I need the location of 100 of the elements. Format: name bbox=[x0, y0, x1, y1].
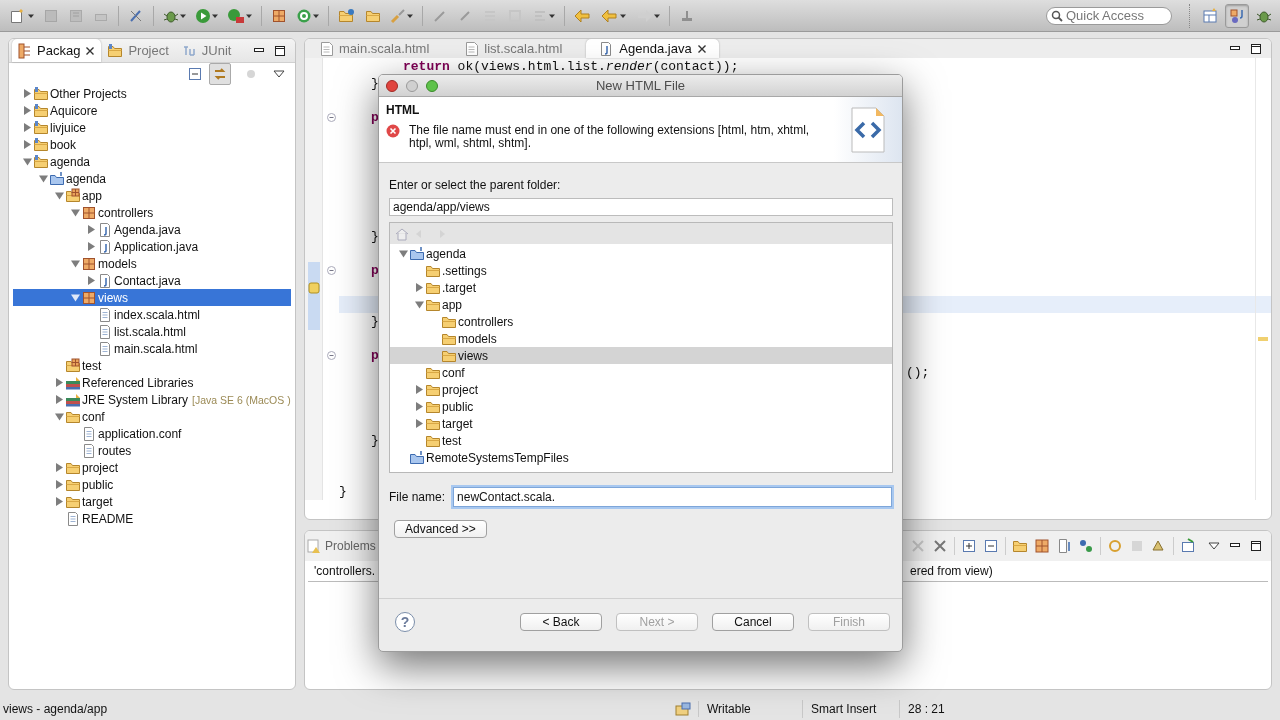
minimize-button[interactable] bbox=[406, 79, 418, 92]
tab[interactable]: list.scala.html bbox=[453, 39, 575, 58]
collapsed-arrow-icon[interactable] bbox=[87, 276, 96, 285]
tree-item[interactable]: main.scala.html bbox=[13, 340, 291, 357]
folder-icon[interactable] bbox=[1012, 538, 1028, 554]
fold-icon[interactable] bbox=[326, 351, 336, 360]
collapsed-arrow-icon[interactable] bbox=[415, 402, 424, 411]
tree-item[interactable]: routes bbox=[13, 442, 291, 459]
tree-item[interactable]: RemoteSystemsTempFiles bbox=[390, 449, 892, 466]
expanded-arrow-icon[interactable] bbox=[71, 208, 80, 217]
cancel-button[interactable]: Cancel bbox=[712, 613, 794, 631]
tree-item[interactable]: public bbox=[13, 476, 291, 493]
tree-item[interactable]: target bbox=[13, 493, 291, 510]
tree-item[interactable]: project bbox=[390, 381, 892, 398]
quick-access-field[interactable]: Quick Access bbox=[1046, 6, 1172, 25]
close-icon[interactable] bbox=[85, 45, 96, 56]
maximize-icon[interactable] bbox=[1250, 540, 1262, 552]
collapsed-arrow-icon[interactable] bbox=[55, 480, 64, 489]
tree-item[interactable]: project bbox=[13, 459, 291, 476]
caret-icon[interactable] bbox=[620, 12, 626, 19]
menu-caret-icon[interactable] bbox=[1208, 541, 1220, 551]
link-icon[interactable] bbox=[209, 63, 231, 85]
tree-item[interactable]: .target bbox=[390, 279, 892, 296]
expanded-arrow-icon[interactable] bbox=[39, 174, 48, 183]
tree-item[interactable]: README bbox=[13, 510, 291, 527]
package-icon[interactable] bbox=[271, 7, 287, 24]
collapsed-arrow-icon[interactable] bbox=[415, 385, 424, 394]
caret-icon[interactable] bbox=[313, 12, 319, 19]
tree-item[interactable]: views bbox=[13, 289, 291, 306]
close-icon[interactable] bbox=[696, 43, 707, 54]
collapsed-arrow-icon[interactable] bbox=[23, 140, 32, 149]
tree-item[interactable]: book bbox=[13, 136, 291, 153]
run-tool-icon[interactable] bbox=[227, 7, 245, 24]
zoom-button[interactable] bbox=[426, 79, 438, 92]
tree-item[interactable]: application.conf bbox=[13, 425, 291, 442]
tree-item[interactable]: public bbox=[390, 398, 892, 415]
file-name-field[interactable]: newContact.scala. bbox=[453, 487, 892, 507]
tab[interactable]: main.scala.html bbox=[308, 39, 442, 58]
tree-item[interactable]: Contact.java bbox=[13, 272, 291, 289]
collapsed-arrow-icon[interactable] bbox=[23, 106, 32, 115]
caret-icon[interactable] bbox=[407, 12, 413, 19]
collapsed-arrow-icon[interactable] bbox=[23, 89, 32, 98]
tree-item[interactable]: target bbox=[390, 415, 892, 432]
expanded-arrow-icon[interactable] bbox=[71, 293, 80, 302]
collapsed-arrow-icon[interactable] bbox=[415, 419, 424, 428]
collapsed-arrow-icon[interactable] bbox=[55, 497, 64, 506]
tree-item[interactable]: models bbox=[13, 255, 291, 272]
tree-item[interactable]: .settings bbox=[390, 262, 892, 279]
tree-item[interactable]: agenda bbox=[13, 170, 291, 187]
collapsed-arrow-icon[interactable] bbox=[55, 395, 64, 404]
back-button[interactable]: < Back bbox=[520, 613, 602, 631]
expanded-arrow-icon[interactable] bbox=[399, 249, 408, 258]
expanded-arrow-icon[interactable] bbox=[55, 191, 64, 200]
collapsed-arrow-icon[interactable] bbox=[55, 378, 64, 387]
caret-icon[interactable] bbox=[180, 12, 186, 19]
collapsed-arrow-icon[interactable] bbox=[87, 225, 96, 234]
expanded-arrow-icon[interactable] bbox=[71, 259, 80, 268]
tree-item[interactable]: conf bbox=[13, 408, 291, 425]
tree-item[interactable]: controllers bbox=[390, 313, 892, 330]
fold-icon[interactable] bbox=[326, 266, 336, 275]
help-button[interactable]: ? bbox=[395, 612, 415, 632]
fold-icon[interactable] bbox=[326, 113, 336, 122]
tree-item[interactable]: test bbox=[13, 357, 291, 374]
folder-icon[interactable] bbox=[338, 7, 356, 24]
tree-item[interactable]: agenda bbox=[390, 245, 892, 262]
nodes-icon[interactable] bbox=[1078, 538, 1094, 554]
collapsed-arrow-icon[interactable] bbox=[87, 242, 96, 251]
tree-item[interactable]: index.scala.html bbox=[13, 306, 291, 323]
tree-item[interactable]: models bbox=[390, 330, 892, 347]
tree-item[interactable]: conf bbox=[390, 364, 892, 381]
expanded-arrow-icon[interactable] bbox=[55, 412, 64, 421]
collapsed-arrow-icon[interactable] bbox=[55, 463, 64, 472]
tree-item[interactable]: Application.java bbox=[13, 238, 291, 255]
caret-icon[interactable] bbox=[654, 12, 660, 19]
advanced-button[interactable]: Advanced >> bbox=[394, 520, 487, 538]
tree-item[interactable]: list.scala.html bbox=[13, 323, 291, 340]
menu-caret-icon[interactable] bbox=[273, 69, 285, 79]
tree-item[interactable]: Other Projects bbox=[13, 85, 291, 102]
problems-tab[interactable]: Problems bbox=[306, 538, 376, 554]
back-arrow-icon[interactable] bbox=[574, 7, 592, 24]
tree-item[interactable]: agenda bbox=[13, 153, 291, 170]
caret-icon[interactable] bbox=[28, 12, 34, 19]
caret-icon[interactable] bbox=[212, 12, 218, 19]
tree-item[interactable]: test bbox=[390, 432, 892, 449]
collapse-all-icon[interactable] bbox=[187, 66, 203, 82]
tab[interactable]: Project bbox=[101, 39, 175, 62]
expanded-arrow-icon[interactable] bbox=[415, 300, 424, 309]
collapse-all-icon[interactable] bbox=[983, 538, 999, 554]
document-icon[interactable] bbox=[1056, 538, 1072, 554]
tree-item[interactable]: Agenda.java bbox=[13, 221, 291, 238]
tree-item[interactable]: Referenced Libraries bbox=[13, 374, 291, 391]
tree-item[interactable]: app bbox=[13, 187, 291, 204]
tab[interactable]: JUnit bbox=[174, 39, 238, 62]
tab[interactable]: Packag bbox=[12, 39, 102, 62]
caret-icon[interactable] bbox=[246, 12, 252, 19]
remove-icon[interactable] bbox=[932, 538, 948, 554]
tab[interactable]: Agenda.java bbox=[586, 39, 719, 58]
caret-icon[interactable] bbox=[549, 12, 555, 19]
expanded-arrow-icon[interactable] bbox=[23, 157, 32, 166]
close-button[interactable] bbox=[386, 79, 398, 92]
